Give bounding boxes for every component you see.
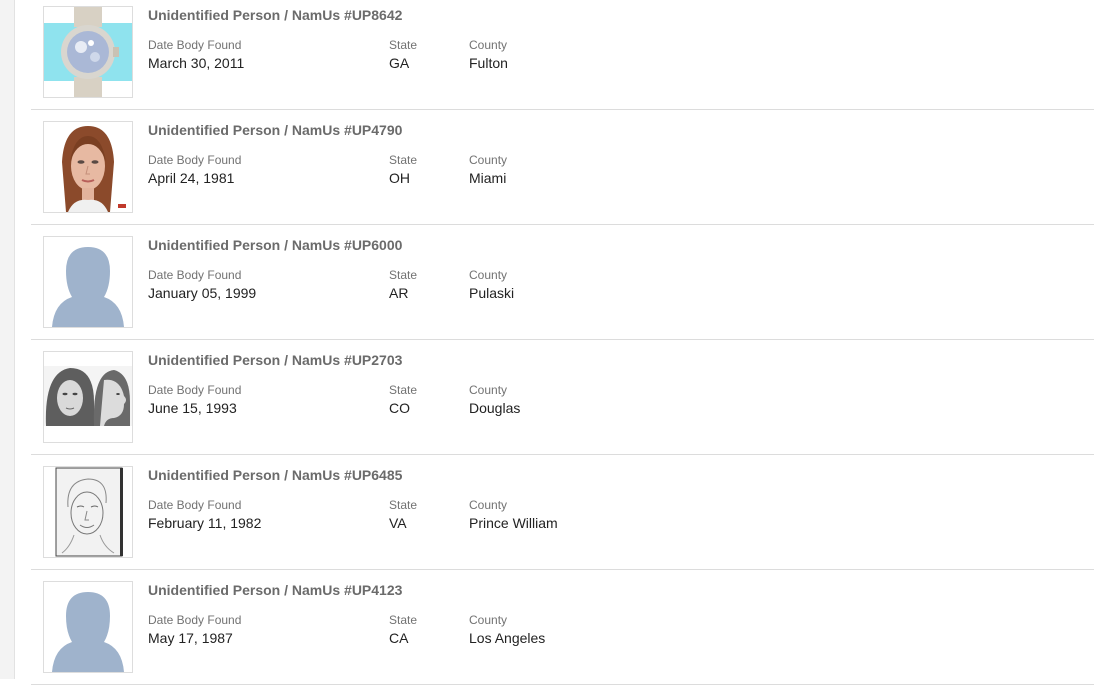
county-label: County [469,383,508,397]
case-thumbnail[interactable] [43,466,133,558]
state-value: CA [389,630,409,646]
date-label: Date Body Found [148,498,242,512]
county-label: County [469,153,508,167]
date-label: Date Body Found [148,268,242,282]
case-results-list: Unidentified Person / NamUs #UP8642 Date… [31,0,1094,685]
silhouette-placeholder-image [44,582,132,672]
state-label: State [389,498,418,512]
state-value: GA [389,55,410,71]
date-label: Date Body Found [148,38,242,52]
left-sidebar-rail [0,0,15,679]
case-row[interactable]: Unidentified Person / NamUs #UP4123 Date… [31,570,1094,685]
date-value: March 30, 2011 [148,55,245,71]
case-row[interactable]: Unidentified Person / NamUs #UP2703 Date… [31,340,1094,455]
case-title[interactable]: Unidentified Person / NamUs #UP2703 [148,352,402,368]
state-value: OH [389,170,410,186]
case-title[interactable]: Unidentified Person / NamUs #UP4123 [148,582,402,598]
case-thumbnail[interactable] [43,236,133,328]
case-row[interactable]: Unidentified Person / NamUs #UP4790 Date… [31,110,1094,225]
case-thumbnail[interactable] [43,121,133,213]
wristwatch-photo-image [44,7,132,97]
state-value: AR [389,285,409,301]
case-thumbnail[interactable] [43,351,133,443]
case-title[interactable]: Unidentified Person / NamUs #UP4790 [148,122,402,138]
date-label: Date Body Found [148,613,242,627]
state-label: State [389,613,418,627]
county-value: Douglas [469,400,521,416]
state-value: VA [389,515,407,531]
front-profile-sketch-image [44,352,132,442]
state-label: State [389,153,418,167]
date-value: April 24, 1981 [148,170,235,186]
facial-reconstruction-image [44,122,132,212]
state-label: State [389,38,418,52]
date-value: February 11, 1982 [148,515,262,531]
date-label: Date Body Found [148,383,242,397]
county-label: County [469,498,508,512]
county-value: Pulaski [469,285,515,301]
county-value: Los Angeles [469,630,546,646]
case-title[interactable]: Unidentified Person / NamUs #UP6000 [148,237,402,253]
case-row[interactable]: Unidentified Person / NamUs #UP6485 Date… [31,455,1094,570]
case-title[interactable]: Unidentified Person / NamUs #UP6485 [148,467,402,483]
county-label: County [469,613,508,627]
county-value: Fulton [469,55,508,71]
date-value: January 05, 1999 [148,285,257,301]
state-label: State [389,383,418,397]
state-label: State [389,268,418,282]
county-label: County [469,38,508,52]
silhouette-placeholder-image [44,237,132,327]
case-thumbnail[interactable] [43,581,133,673]
county-label: County [469,268,508,282]
county-value: Miami [469,170,507,186]
date-label: Date Body Found [148,153,242,167]
case-row[interactable]: Unidentified Person / NamUs #UP6000 Date… [31,225,1094,340]
pencil-sketch-image [44,467,132,557]
case-title[interactable]: Unidentified Person / NamUs #UP8642 [148,7,402,23]
case-row[interactable]: Unidentified Person / NamUs #UP8642 Date… [31,0,1094,110]
case-thumbnail[interactable] [43,6,133,98]
date-value: June 15, 1993 [148,400,237,416]
state-value: CO [389,400,410,416]
date-value: May 17, 1987 [148,630,233,646]
county-value: Prince William [469,515,558,531]
